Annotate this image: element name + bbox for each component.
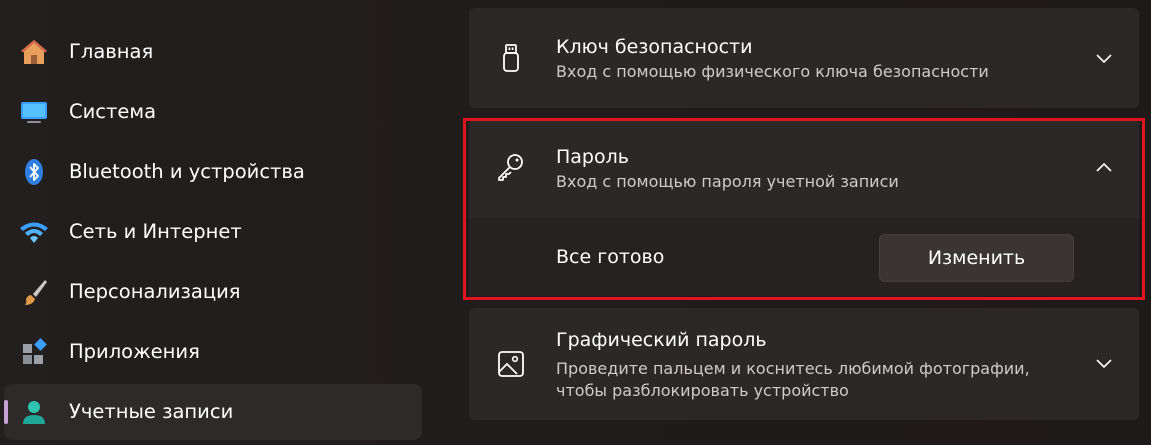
key-icon [498, 154, 523, 181]
home-icon [21, 40, 47, 64]
bluetooth-icon [25, 159, 43, 185]
picture-password-card[interactable]: Графический пароль Проведите пальцем и к… [469, 308, 1139, 420]
settings-window: Главная Система Bluetooth и устройства С… [0, 0, 1151, 445]
sidebar-item-home[interactable]: Главная [4, 24, 422, 80]
card-subtitle: Вход с помощью физического ключа безопас… [556, 62, 989, 81]
brush-icon [25, 280, 47, 305]
card-subtitle: Вход с помощью пароля учетной записи [556, 172, 899, 191]
sidebar: Главная Система Bluetooth и устройства С… [0, 0, 440, 445]
account-icon [23, 401, 45, 424]
sidebar-item-personalization[interactable]: Персонализация [4, 264, 422, 320]
card-title: Пароль [556, 146, 629, 168]
change-password-button[interactable]: Изменить [879, 234, 1074, 282]
sidebar-item-label: Bluetooth и устройства [69, 160, 305, 183]
password-card-body: Все готово Изменить [469, 218, 1139, 296]
sidebar-item-label: Главная [69, 40, 154, 63]
sidebar-item-label: Система [69, 100, 157, 123]
chevron-up-icon[interactable] [1093, 157, 1115, 179]
password-status: Все готово [556, 246, 665, 268]
sidebar-item-label: Приложения [69, 340, 200, 363]
sidebar-item-system[interactable]: Система [4, 84, 422, 140]
password-card-header[interactable]: Пароль Вход с помощью пароля учетной зап… [469, 119, 1139, 218]
wifi-icon [20, 222, 48, 243]
card-subtitle-line2: чтобы разблокировать устройство [556, 381, 849, 400]
chevron-down-icon[interactable] [1093, 352, 1115, 374]
card-subtitle-line1: Проведите пальцем и коснитесь любимой фо… [556, 359, 1030, 378]
picture-icon [498, 351, 524, 377]
chevron-down-icon[interactable] [1093, 47, 1115, 69]
sidebar-item-apps[interactable]: Приложения [4, 324, 422, 380]
usb-key-icon [503, 44, 519, 72]
sidebar-item-label: Учетные записи [69, 400, 234, 423]
apps-icon [23, 338, 47, 364]
selection-indicator [4, 400, 8, 424]
sidebar-item-network[interactable]: Сеть и Интернет [4, 204, 422, 260]
card-title: Графический пароль [556, 329, 767, 351]
sidebar-item-label: Персонализация [69, 280, 241, 303]
monitor-icon [21, 102, 47, 123]
sidebar-item-accounts[interactable]: Учетные записи [4, 384, 422, 440]
sidebar-item-bluetooth[interactable]: Bluetooth и устройства [4, 144, 422, 200]
sidebar-item-label: Сеть и Интернет [69, 220, 242, 243]
card-title: Ключ безопасности [556, 36, 753, 58]
security-key-card[interactable]: Ключ безопасности Вход с помощью физичес… [469, 8, 1139, 108]
